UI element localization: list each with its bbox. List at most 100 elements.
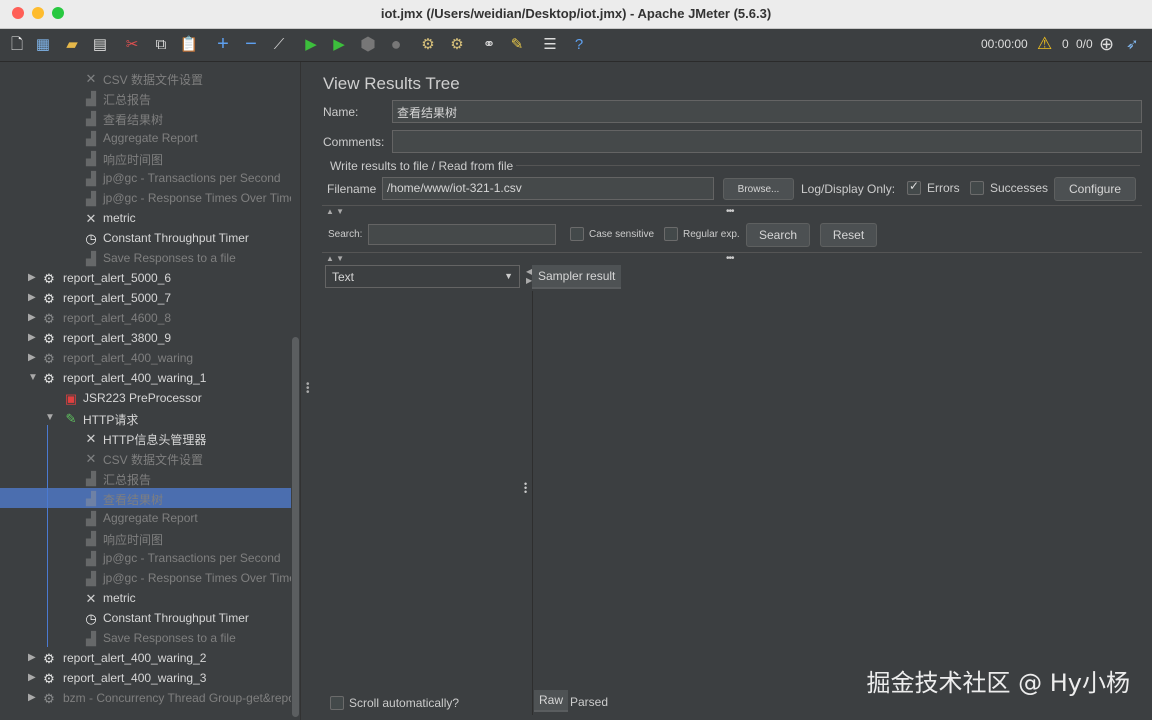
collapse-icon[interactable]: − [240,33,262,55]
expanded-arrow-icon[interactable]: ▼ [45,412,55,423]
expand-icon[interactable]: + [212,33,234,55]
errors-checkbox[interactable] [907,179,921,195]
templates-icon[interactable]: ▦ [32,33,54,55]
renderer-select[interactable]: Text ▼ [325,265,520,288]
configure-button[interactable]: Configure [1054,177,1136,201]
tree-item[interactable]: ▶ ⚙ report_alert_4600_8 [0,308,291,328]
test-plan-tree[interactable]: ✕ CSV 数据文件设置 ▟ 汇总报告 ▟ 查看结果树 ▟ Aggregate Report ▟… [0,62,300,720]
warning-icon[interactable]: ⚠ [1037,34,1052,54]
collapsed-arrow-icon[interactable]: ▶ [28,672,36,683]
toggle-icon[interactable]: ⟋ [268,33,290,55]
clear-icon[interactable]: ⚙ [417,33,439,55]
tree-item[interactable]: ▟ Save Responses to a file [0,248,291,268]
tree-item[interactable]: ▟ Aggregate Report [0,128,291,148]
tree-item-label: 响应时间图 [103,153,164,167]
expanded-arrow-icon[interactable]: ▼ [28,372,38,383]
regular-exp-checkbox[interactable] [664,227,678,241]
tree-item[interactable]: ▶ ⚙ bzm - Concurrency Thread Group-get&rep… [0,688,300,708]
collapsed-arrow-icon[interactable]: ▶ [28,272,36,283]
tree-item[interactable]: ▼ ✎ HTTP请求 [0,408,291,428]
collapsed-arrow-icon[interactable]: ▶ [28,352,36,363]
chart-icon: ▟ [86,530,96,546]
new-icon[interactable]: 🗋 [6,33,28,55]
tree-item[interactable]: ▣ JSR223 PreProcessor [0,388,291,408]
tree-item[interactable]: ▶ ⚙ report_alert_5000_6 [0,268,291,288]
tree-item[interactable]: ▼ ⚙ report_alert_400_waring_1 [0,368,291,388]
tree-item[interactable]: ▟ 查看结果树 [0,488,291,508]
tree-item[interactable]: ✕ HTTP信息头管理器 [0,428,291,448]
save-icon[interactable]: ▤ [89,33,111,55]
stop-icon[interactable]: ⬢ [357,33,379,55]
tree-item-label: HTTP信息头管理器 [103,433,207,447]
tree-scrollbar-thumb[interactable] [292,337,299,717]
splitter-grip-icon-2[interactable]: ••• [726,253,734,264]
tab-sampler-result[interactable]: Sampler result [532,265,622,289]
chevron-down-icon: ▼ [504,271,513,281]
feather-icon[interactable]: ➶ [1126,35,1139,53]
name-field[interactable]: 查看结果树 [392,100,1142,123]
timer-icon: ◷ [85,610,97,626]
tree-item[interactable]: ▟ 响应时间图 [0,528,291,548]
remote-icon[interactable]: ⊕ [1099,34,1114,55]
tree-item[interactable]: ▶ ⚙ report_alert_400_waring [0,348,291,368]
tree-item[interactable]: ✕ CSV 数据文件设置 [0,448,291,468]
tree-item[interactable]: ◷ Constant Throughput Timer [0,228,291,248]
divider-grip-icon[interactable]: • • • [306,380,310,398]
tree-item[interactable]: ▶ ⚙ report_alert_400_waring_2 [0,648,291,668]
cut-icon[interactable]: ✂ [121,33,143,55]
copy-icon[interactable]: ⧉ [150,33,172,55]
search-input[interactable] [368,224,556,245]
collapsed-arrow-icon[interactable]: ▶ [28,292,36,303]
tree-item[interactable]: ▶ ⚙ report_alert_400_waring_3 [0,668,291,688]
tree-item[interactable]: ▟ Aggregate Report [0,508,291,528]
tree-item[interactable]: ✕ metric [0,208,291,228]
tree-item[interactable]: ◷ Constant Throughput Timer [0,608,291,628]
collapsed-arrow-icon[interactable]: ▶ [28,332,36,343]
collapse-arrows-icon-2[interactable]: ▲ ▼ [326,254,344,263]
collapse-arrows-icon[interactable]: ▲ ▼ [326,207,344,216]
start-no-pause-icon[interactable]: ▶ [328,33,350,55]
case-sensitive-checkbox[interactable] [570,227,584,241]
collapsed-arrow-icon[interactable]: ▶ [28,312,36,323]
tree-item[interactable]: ▟ jp@gc - Transactions per Second [0,168,291,188]
search-icon[interactable]: ⚭ [478,33,500,55]
tree-item[interactable]: ▟ jp@gc - Response Times Over Time [0,188,296,208]
tab-raw[interactable]: Raw [534,690,569,712]
filename-field[interactable]: /home/www/iot-321-1.csv [382,177,714,200]
browse-button[interactable]: Browse... [723,178,794,200]
open-icon[interactable]: ▰ [61,33,83,55]
tree-item[interactable]: ▟ Save Responses to a file [0,628,291,648]
comments-field[interactable] [392,130,1142,153]
start-icon[interactable]: ▶ [300,33,322,55]
main-toolbar: 🗋 ▦ ▰ ▤ ✂ ⧉ 📋 + − ⟋ ▶ ▶ ⬢ ● ⚙ ⚙ ⚭ ✎ ☰ ? … [0,29,1152,62]
reset-button[interactable]: Reset [820,223,877,247]
tree-item-label: report_alert_400_waring_2 [63,651,207,665]
search-button[interactable]: Search [746,223,810,247]
collapsed-arrow-icon[interactable]: ▶ [28,652,36,663]
scroll-automatically-checkbox[interactable] [330,696,344,710]
tree-item[interactable]: ▟ jp@gc - Response Times Over Time [0,568,296,588]
tree-item[interactable]: ▟ 汇总报告 [0,88,291,108]
tree-item[interactable]: ▶ ⚙ report_alert_3800_9 [0,328,291,348]
clear-all-icon[interactable]: ⚙ [446,33,468,55]
tree-item[interactable]: ▶ ⚙ report_alert_5000_7 [0,288,291,308]
vertical-grip-icon[interactable]: • • • [524,480,527,497]
tab-parsed[interactable]: Parsed [570,695,608,709]
chart-icon: ▟ [86,630,96,646]
tree-item[interactable]: ✕ CSV 数据文件设置 [0,68,291,88]
help-icon[interactable]: ? [568,33,590,55]
tree-item[interactable]: ▟ 汇总报告 [0,468,291,488]
shutdown-icon[interactable]: ● [385,33,407,55]
collapsed-arrow-icon[interactable]: ▶ [28,692,36,703]
gear-icon: ⚙ [43,330,55,346]
paste-icon[interactable]: 📋 [178,33,200,55]
splitter-grip-icon[interactable]: ••• [726,206,734,217]
tree-item[interactable]: ▟ 查看结果树 [0,108,291,128]
reset-search-icon[interactable]: ✎ [506,33,528,55]
tree-item[interactable]: ▟ 响应时间图 [0,148,291,168]
tree-item[interactable]: ✕ metric [0,588,291,608]
function-helper-icon[interactable]: ☰ [539,33,561,55]
tree-item-label: report_alert_3800_9 [63,331,172,345]
successes-checkbox[interactable] [970,181,984,195]
tree-item[interactable]: ▟ jp@gc - Transactions per Second [0,548,291,568]
